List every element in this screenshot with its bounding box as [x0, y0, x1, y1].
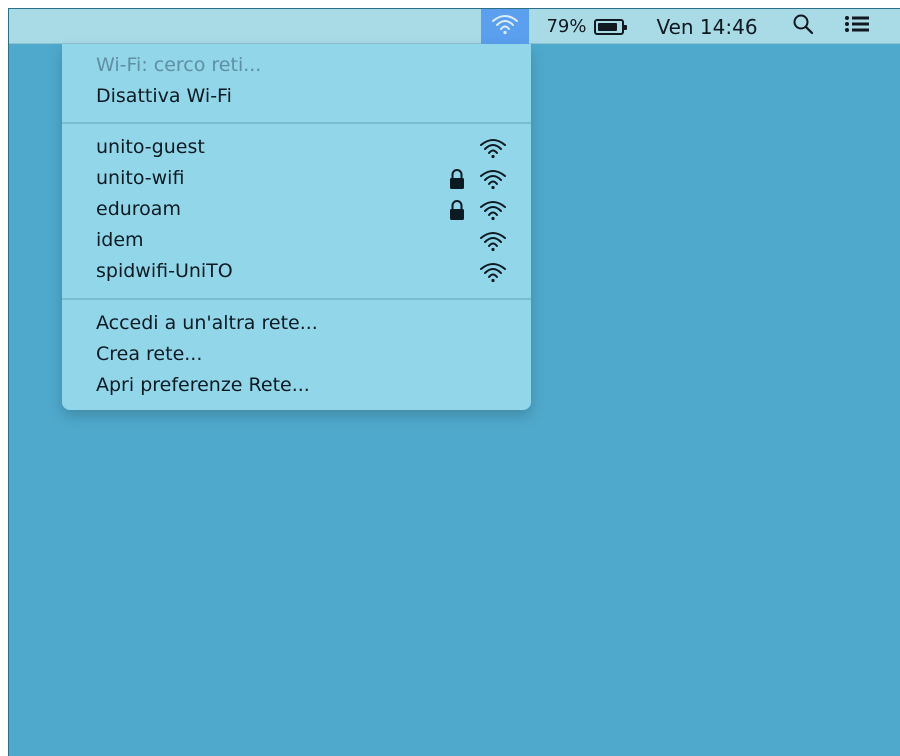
network-name: spidwifi-UniTO — [96, 260, 233, 282]
wifi-signal-icon — [479, 137, 507, 159]
open-network-preferences-item[interactable]: Apri preferenze Rete... — [96, 370, 507, 401]
lock-icon — [449, 168, 465, 190]
wifi-signal-icon — [479, 168, 507, 190]
join-other-network-item[interactable]: Accedi a un'altra rete... — [96, 308, 507, 339]
network-name: idem — [96, 229, 144, 251]
wifi-icon — [491, 13, 519, 40]
network-item-idem[interactable]: idem — [96, 225, 507, 256]
disable-wifi-item[interactable]: Disattiva Wi-Fi — [96, 81, 507, 112]
network-item-unito-wifi[interactable]: unito-wifi — [96, 163, 507, 194]
lock-icon — [449, 199, 465, 221]
network-item-unito-guest[interactable]: unito-guest — [96, 132, 507, 163]
menu-bar: 79% Ven 14:46 — [9, 9, 900, 44]
network-item-spidwifi-unito[interactable]: spidwifi-UniTO — [96, 256, 507, 287]
create-network-item[interactable]: Crea rete... — [96, 339, 507, 370]
battery-tip — [623, 24, 627, 30]
wifi-signal-icon — [479, 261, 507, 283]
menubar-battery[interactable]: 79% — [535, 9, 635, 44]
menu-separator — [62, 122, 531, 124]
notification-list-icon — [844, 14, 870, 39]
search-icon — [792, 13, 814, 40]
network-name: eduroam — [96, 198, 181, 220]
notification-center-button[interactable] — [833, 9, 881, 44]
network-name: unito-guest — [96, 136, 205, 158]
battery-icon — [593, 18, 627, 35]
wifi-status-label: Wi-Fi: cerco reti... — [96, 54, 262, 76]
battery-fill — [597, 22, 617, 31]
network-item-eduroam[interactable]: eduroam — [96, 194, 507, 225]
desktop: 79% Ven 14:46 Wi-Fi: cerco reti... Disat… — [8, 8, 900, 756]
menubar-wifi-button[interactable] — [481, 9, 529, 44]
menubar-clock[interactable]: Ven 14:46 — [643, 9, 771, 44]
wifi-signal-icon — [479, 230, 507, 252]
wifi-signal-icon — [479, 199, 507, 221]
network-name: unito-wifi — [96, 167, 185, 189]
spotlight-button[interactable] — [783, 9, 823, 44]
wifi-dropdown-menu: Wi-Fi: cerco reti... Disattiva Wi-Fi uni… — [62, 44, 531, 410]
battery-percent: 79% — [546, 16, 587, 37]
menu-separator — [62, 298, 531, 300]
